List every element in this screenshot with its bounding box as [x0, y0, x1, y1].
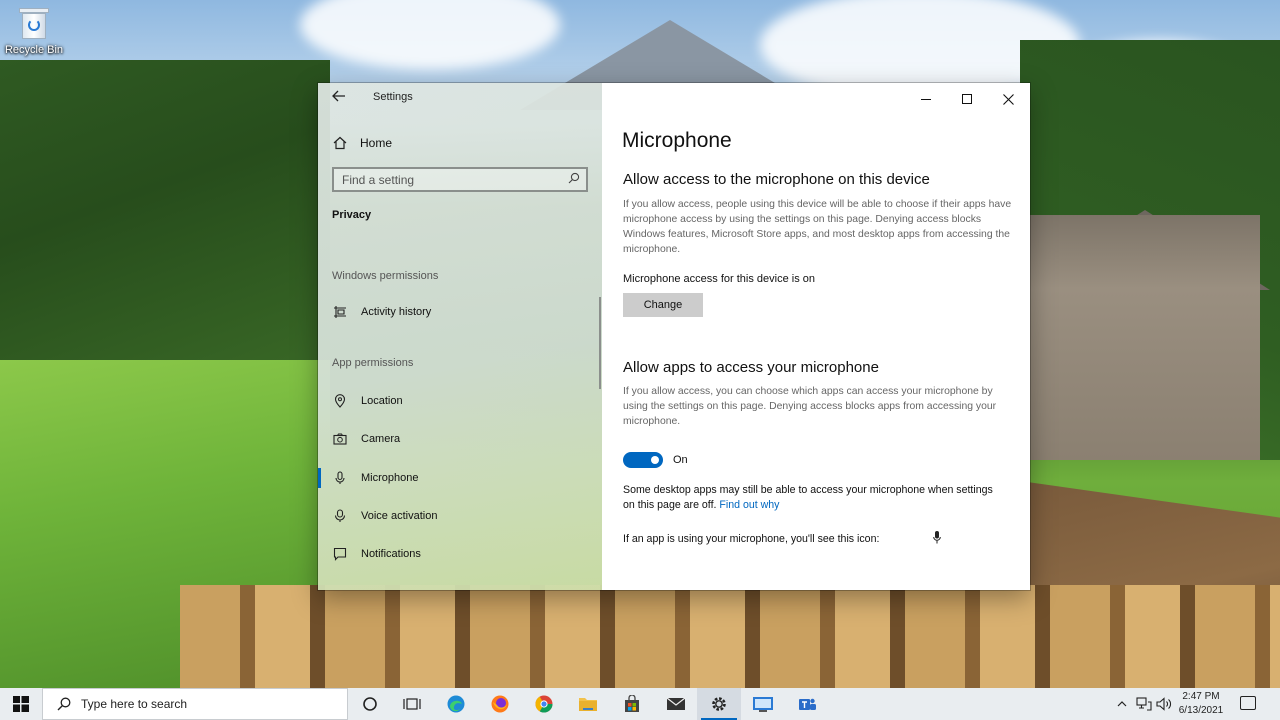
network-icon[interactable] [1134, 688, 1154, 720]
cortana-icon[interactable] [348, 688, 392, 720]
apps-access-heading: Allow apps to access your microphone [623, 359, 879, 376]
nav-home[interactable]: Home [332, 133, 392, 153]
settings-nav-pane: Settings Home Privacy Windows permission… [318, 83, 602, 590]
search-icon [568, 172, 580, 184]
toggle-knob [651, 456, 659, 464]
task-view-icon[interactable] [390, 688, 434, 720]
store-icon[interactable] [610, 688, 654, 720]
nav-scrollbar[interactable] [599, 297, 601, 389]
volume-icon[interactable] [1155, 688, 1173, 720]
sidebar-item-voice-activation[interactable]: Voice activation [318, 499, 602, 533]
settings-content-pane: Microphone Allow access to the microphon… [602, 83, 1030, 590]
desktop-apps-note: Some desktop apps may still be able to a… [623, 483, 1003, 513]
location-icon [332, 393, 348, 409]
taskbar: Type here to search 2:47 PM 6/13/2021 [0, 688, 1280, 720]
taskbar-search-placeholder: Type here to search [81, 697, 188, 711]
sidebar-item-label: Notifications [361, 548, 421, 560]
chevron-up-icon[interactable] [1112, 688, 1132, 720]
taskbar-clock[interactable]: 2:47 PM 6/13/2021 [1172, 690, 1230, 718]
action-center-icon[interactable] [1240, 696, 1256, 710]
change-button[interactable]: Change [623, 293, 703, 317]
note-text: Some desktop apps may still be able to a… [623, 484, 993, 511]
sidebar-item-activity-history[interactable]: Activity history [318, 295, 602, 329]
sidebar-item-label: Voice activation [361, 510, 438, 522]
apps-access-toggle[interactable] [623, 452, 663, 468]
device-access-heading: Allow access to the microphone on this d… [623, 171, 930, 188]
teams-icon[interactable] [785, 688, 829, 720]
in-use-icon-note: If an app is using your microphone, you'… [623, 533, 880, 545]
clock-date: 6/13/2021 [1178, 705, 1224, 716]
microphone-in-use-icon [933, 531, 941, 544]
recycle-bin-label: Recycle Bin [4, 44, 64, 56]
sidebar-item-camera[interactable]: Camera [318, 422, 602, 456]
edge-icon[interactable] [434, 688, 478, 720]
minimize-icon[interactable] [906, 87, 946, 109]
apps-access-description: If you allow access, you can choose whic… [623, 386, 997, 427]
mail-icon[interactable] [654, 688, 698, 720]
sidebar-item-label: Camera [361, 433, 401, 445]
clock-time: 2:47 PM [1182, 691, 1220, 702]
nav-section-privacy: Privacy [332, 209, 372, 221]
window-title: Settings [373, 91, 413, 103]
start-button[interactable] [0, 688, 42, 720]
search-icon [57, 697, 71, 711]
find-setting-search[interactable] [332, 167, 588, 192]
file-explorer-icon[interactable] [566, 688, 610, 720]
recycle-bin-icon [19, 6, 49, 40]
home-icon [332, 135, 348, 151]
forest [0, 60, 330, 400]
sidebar-item-label: Location [361, 395, 403, 407]
sidebar-item-label: Activity history [361, 306, 432, 318]
voice-activation-icon [332, 508, 348, 524]
settings-icon[interactable] [697, 688, 741, 720]
nav-home-label: Home [360, 136, 393, 150]
recycle-bin-shortcut[interactable]: Recycle Bin [4, 6, 64, 56]
sidebar-item-notifications[interactable]: Notifications [318, 537, 602, 571]
settings-window: Settings Home Privacy Windows permission… [318, 83, 1030, 590]
back-arrow-icon[interactable] [332, 89, 348, 105]
maximize-icon[interactable] [947, 87, 987, 109]
windows-logo-icon [13, 696, 29, 712]
microphone-icon [332, 470, 348, 486]
taskbar-search[interactable]: Type here to search [42, 688, 348, 720]
group-header-windows-permissions: Windows permissions [332, 270, 439, 282]
close-icon[interactable] [988, 87, 1028, 109]
find-out-why-link[interactable]: Find out why [719, 499, 779, 511]
page-title: Microphone [622, 129, 732, 152]
logs [180, 585, 1280, 688]
cabin [1030, 215, 1260, 460]
sidebar-item-location[interactable]: Location [318, 384, 602, 418]
sidebar-item-microphone[interactable]: Microphone [318, 461, 602, 495]
remote-desktop-icon[interactable] [741, 688, 785, 720]
camera-icon [332, 431, 348, 447]
sidebar-item-label: Microphone [361, 472, 419, 484]
firefox-icon[interactable] [478, 688, 522, 720]
chrome-icon[interactable] [522, 688, 566, 720]
activity-history-icon [332, 304, 348, 320]
toggle-state-label: On [673, 454, 688, 466]
find-setting-input[interactable] [334, 169, 554, 190]
device-access-description: If you allow access, people using this d… [623, 199, 1012, 255]
group-header-app-permissions: App permissions [332, 357, 414, 369]
notifications-icon [332, 546, 348, 562]
device-access-status: Microphone access for this device is on [623, 273, 815, 285]
